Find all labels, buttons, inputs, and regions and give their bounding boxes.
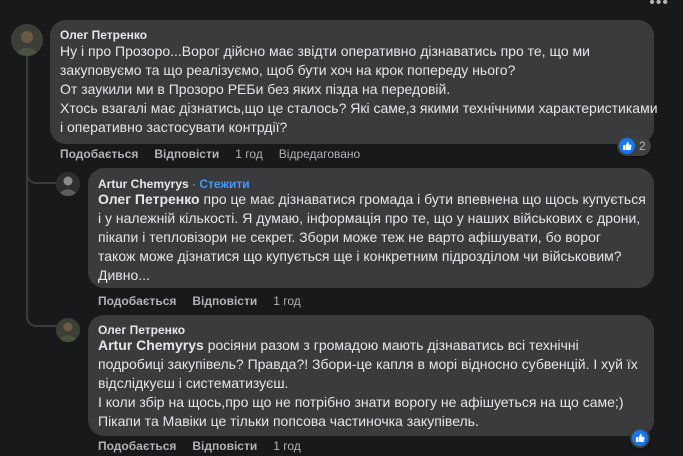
like-button[interactable]: Подобається: [98, 294, 176, 308]
reactions-summary[interactable]: 2: [617, 136, 651, 156]
like-icon: [619, 138, 635, 154]
comment-author[interactable]: Олег Петренко: [60, 28, 147, 42]
follow-button[interactable]: Стежити: [199, 177, 249, 191]
comment-actions: Подобається Відповісти 1 год Відредагова…: [60, 147, 360, 161]
reactions-summary[interactable]: [630, 428, 650, 448]
avatar[interactable]: [56, 172, 80, 196]
comment-author[interactable]: Олег Петренко: [98, 323, 185, 337]
like-button[interactable]: Подобається: [98, 439, 176, 453]
comment-text: Олег Петренко про це має дізнаватися гро…: [98, 191, 646, 283]
comment-actions: Подобається Відповісти 1 год: [98, 439, 301, 453]
comment-text: Artur Chemyrys росіяни разом з громадою …: [98, 337, 638, 429]
reply-button[interactable]: Відповісти: [154, 147, 219, 161]
avatar-image: [56, 172, 80, 196]
avatar[interactable]: [11, 24, 43, 56]
comment-text: Ну і про Прозоро...Ворог дійсно має звід…: [60, 43, 658, 135]
reaction-count: 2: [639, 139, 646, 153]
comment-actions: Подобається Відповісти 1 год: [98, 294, 301, 308]
more-options-icon[interactable]: •••: [649, 0, 669, 12]
comment-author[interactable]: Artur Chemyrys · Стежити: [98, 177, 250, 191]
avatar-image: [56, 318, 80, 342]
avatar-image: [11, 24, 43, 56]
like-button[interactable]: Подобається: [60, 147, 138, 161]
thread-branch: [26, 280, 58, 327]
avatar[interactable]: [56, 318, 80, 342]
mention-link[interactable]: Олег Петренко: [98, 191, 200, 207]
edited-label: Відредаговано: [278, 147, 361, 161]
timestamp[interactable]: 1 год: [273, 294, 301, 308]
reply-button[interactable]: Відповісти: [192, 439, 257, 453]
reply-button[interactable]: Відповісти: [192, 294, 257, 308]
like-icon: [632, 430, 648, 446]
timestamp[interactable]: 1 год: [273, 439, 301, 453]
thread-branch: [26, 150, 58, 184]
mention-link[interactable]: Artur Chemyrys: [98, 337, 204, 353]
timestamp[interactable]: 1 год: [235, 147, 263, 161]
